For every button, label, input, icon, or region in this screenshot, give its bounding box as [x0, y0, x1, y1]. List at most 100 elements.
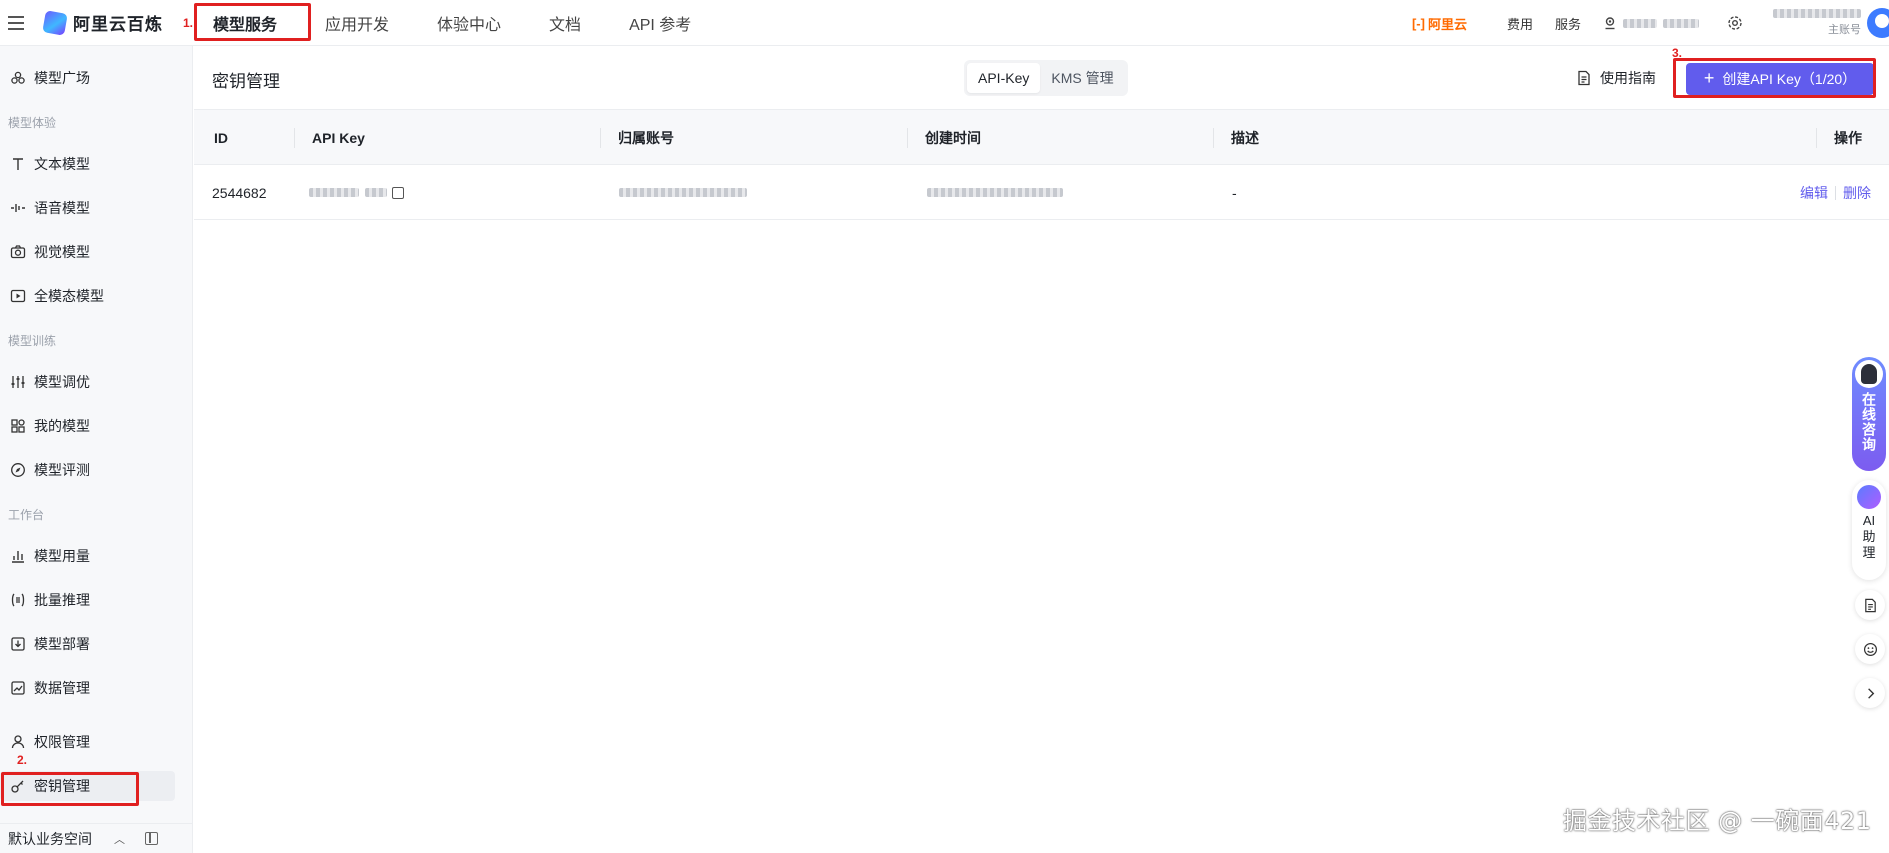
cell-id: 2544682	[212, 184, 267, 201]
sidebar-item-text-model[interactable]: 文本模型	[0, 149, 193, 179]
fees-link[interactable]: 费用	[1507, 14, 1533, 33]
nav-experience-center[interactable]: 体验中心	[437, 11, 501, 35]
float-expand-button[interactable]	[1855, 678, 1885, 708]
audio-icon	[11, 204, 25, 212]
usage-guide-link[interactable]: 使用指南	[1576, 68, 1656, 88]
top-bar: 阿里云百炼 模型服务 应用开发 体验中心 文档 API 参考 [-] 阿里云 费…	[0, 0, 1889, 46]
sidebar-group-training: 模型训练	[8, 334, 57, 348]
blurred-api-key	[309, 188, 359, 197]
sliders-icon	[11, 376, 25, 388]
user-icon	[11, 735, 25, 749]
main-content: 密钥管理 API-Key KMS 管理 使用指南 + 创建API Key（1/2…	[194, 46, 1889, 853]
action-divider	[1835, 185, 1836, 200]
chevron-right-icon	[1867, 687, 1874, 699]
sidebar-item-vision-model[interactable]: 视觉模型	[0, 237, 193, 267]
sidebar: 模型广场 模型体验 文本模型 语音模型 视觉模型 全模态模型 模型训练 模型调优…	[0, 46, 193, 853]
blurred-owner	[619, 188, 747, 197]
chevron-up-icon: ︿	[114, 833, 125, 846]
model-square-icon	[11, 71, 25, 84]
video-icon	[10, 289, 26, 303]
cell-actions: 编辑 删除	[1800, 165, 1871, 220]
account-role: 主账号	[1828, 24, 1861, 36]
watermark: 掘金技术社区 @ 一碗面421	[1563, 807, 1872, 835]
float-document-button[interactable]	[1855, 590, 1885, 620]
tab-switch: API-Key KMS 管理	[964, 60, 1128, 96]
key-icon	[11, 780, 24, 793]
sidebar-item-usage[interactable]: 模型用量	[0, 541, 193, 571]
logo-text: 阿里云百炼	[73, 15, 163, 34]
online-consult-label: 在线咨询	[1861, 392, 1877, 452]
data-icon	[11, 681, 25, 695]
consultant-avatar	[1855, 360, 1883, 388]
document-icon	[1864, 598, 1876, 612]
ai-assistant-label: AI助理	[1862, 513, 1876, 560]
api-key-table: ID API Key 归属账号 创建时间 描述 操作 2544682 - 编辑	[194, 110, 1889, 220]
document-icon	[1578, 70, 1590, 86]
text-icon	[13, 158, 23, 170]
ai-assistant-icon	[1857, 485, 1881, 509]
delete-button[interactable]: 删除	[1843, 183, 1871, 203]
sidebar-item-audio-model[interactable]: 语音模型	[0, 193, 193, 223]
tab-kms[interactable]: KMS 管理	[1040, 63, 1124, 93]
sidebar-item-data[interactable]: 数据管理	[0, 673, 193, 703]
top-nav: 模型服务 应用开发 体验中心 文档 API 参考	[213, 0, 739, 46]
column-header: 操作	[1816, 110, 1862, 165]
camera-icon	[10, 245, 26, 259]
sidebar-item-finetune[interactable]: 模型调优	[0, 367, 193, 397]
batch-icon	[11, 593, 25, 607]
online-consult-button[interactable]: 在线咨询	[1852, 357, 1886, 471]
nav-model-service[interactable]: 模型服务	[213, 11, 277, 35]
sidebar-item-model-square[interactable]: 模型广场	[0, 63, 193, 93]
tab-api-key[interactable]: API-Key	[967, 63, 1041, 93]
avatar[interactable]	[1867, 8, 1889, 38]
sidebar-item-omni-model[interactable]: 全模态模型	[0, 281, 193, 311]
table-row: 2544682 - 编辑 删除	[194, 165, 1889, 220]
bailian-logo-icon	[42, 9, 68, 36]
nav-api-reference[interactable]: API 参考	[629, 11, 691, 35]
sidebar-item-key-management[interactable]: 密钥管理	[0, 771, 175, 801]
nav-app-dev[interactable]: 应用开发	[325, 11, 389, 35]
plus-icon: +	[1703, 68, 1715, 88]
workspace-name: 默认业务空间	[8, 830, 92, 847]
menu-icon[interactable]	[6, 11, 30, 35]
sidebar-item-permission[interactable]: 权限管理	[0, 727, 193, 757]
annotation-label-1: 1.	[183, 16, 194, 30]
service-link[interactable]: 服务	[1555, 14, 1581, 33]
sidebar-item-batch[interactable]: 批量推理	[0, 585, 193, 615]
collapse-sidebar-icon[interactable]	[145, 832, 158, 845]
nav-docs[interactable]: 文档	[549, 11, 581, 35]
table-header: ID API Key 归属账号 创建时间 描述 操作	[194, 110, 1889, 165]
aliyun-link[interactable]: [-] 阿里云	[1412, 14, 1467, 33]
column-header: 描述	[1213, 110, 1259, 165]
column-header: 创建时间	[907, 110, 981, 165]
sidebar-item-evaluation[interactable]: 模型评测	[0, 455, 193, 485]
float-feedback-button[interactable]	[1855, 634, 1885, 664]
edit-button[interactable]: 编辑	[1800, 183, 1828, 203]
blurred-created-time	[927, 188, 1063, 197]
column-header: ID	[214, 129, 228, 146]
sidebar-group-experience: 模型体验	[8, 116, 57, 130]
create-api-key-button[interactable]: + 创建API Key（1/20）	[1686, 63, 1874, 95]
location-icon	[1605, 17, 1615, 30]
compass-icon	[11, 463, 25, 477]
sidebar-item-deploy[interactable]: 模型部署	[0, 629, 193, 659]
grid-icon	[11, 419, 25, 433]
copy-icon[interactable]	[392, 186, 404, 199]
cell-owner	[619, 165, 747, 220]
sidebar-item-my-models[interactable]: 我的模型	[0, 411, 193, 441]
logo[interactable]: 阿里云百炼	[42, 9, 163, 36]
workspace-switcher[interactable]: 默认业务空间 ︿	[0, 823, 193, 853]
gear-icon[interactable]	[1727, 15, 1743, 31]
page-header: 密钥管理 API-Key KMS 管理 使用指南 + 创建API Key（1/2…	[194, 46, 1889, 110]
page-title: 密钥管理	[212, 72, 280, 91]
region-selector[interactable]	[1603, 16, 1699, 30]
account-info[interactable]: 主账号	[1773, 9, 1861, 37]
annotation-label-2: 2.	[17, 753, 28, 767]
blurred-api-key	[365, 188, 387, 197]
sidebar-group-workbench: 工作台	[8, 508, 45, 522]
column-header: 归属账号	[600, 110, 674, 165]
ai-assistant-button[interactable]: AI助理	[1852, 480, 1886, 580]
cell-created	[927, 165, 1063, 220]
column-header: API Key	[294, 110, 365, 165]
blurred-text	[1663, 18, 1699, 28]
